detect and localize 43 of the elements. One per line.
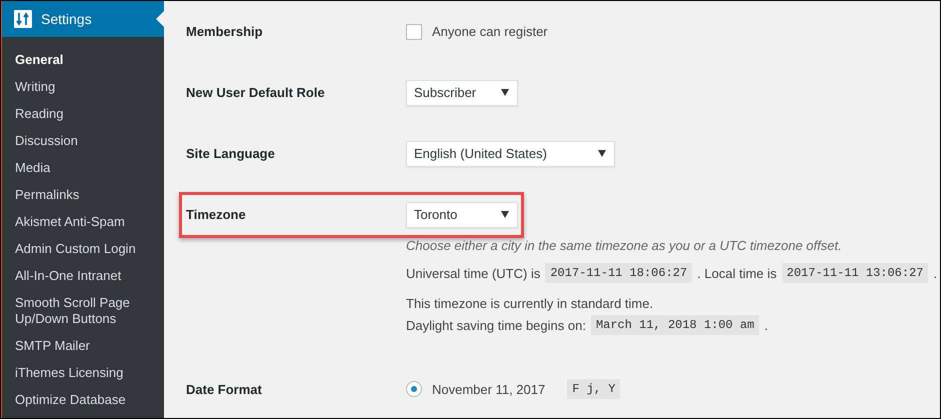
sidebar-item[interactable]: Akismet Anti-Spam	[2, 209, 164, 236]
sidebar-item[interactable]: Reading	[2, 101, 164, 128]
radio-label: November 11, 2017	[432, 382, 546, 396]
help-text: Choose either a city in the same timezone as you or a UTC timezone offset.	[406, 238, 843, 253]
sidebar-item[interactable]: Discussion	[2, 128, 164, 155]
field-label: Membership	[186, 24, 264, 39]
field-label: Timezone	[186, 207, 247, 222]
sidebar-header[interactable]: Settings	[2, 1, 164, 37]
checkbox-label: Anyone can register	[432, 24, 548, 39]
radio-button[interactable]	[406, 381, 422, 397]
code-value: F j, Y	[567, 379, 620, 399]
dropdown[interactable]: Toronto	[406, 202, 518, 228]
dropdown[interactable]: Subscriber	[406, 80, 518, 106]
sidebar-item[interactable]: Writing	[2, 74, 164, 101]
sidebar-item[interactable]: Admin Custom Login	[2, 236, 164, 263]
caret-icon	[501, 211, 509, 218]
info-text: This timezone is currently in standard time.	[406, 296, 654, 310]
info-text: . Local time is	[697, 266, 777, 280]
code-value: 2017-11-11 18:06:27	[545, 263, 692, 283]
checkbox[interactable]	[406, 24, 422, 40]
sidebar-item[interactable]: Smooth Scroll Page Up/Down Buttons	[2, 290, 164, 333]
sidebar-item[interactable]: Media	[2, 155, 164, 182]
sidebar-item[interactable]: General	[2, 47, 164, 74]
info-text: .	[933, 266, 938, 280]
sidebar-title: Settings	[41, 11, 92, 27]
sidebar-item[interactable]: Optimize Database	[2, 387, 164, 414]
code-value: March 11, 2018 1:00 am	[590, 315, 760, 335]
field-label: Date Format	[186, 382, 263, 396]
sidebar-item[interactable]: Permalinks	[2, 182, 164, 209]
sidebar-item[interactable]: SMTP Mailer	[2, 333, 164, 360]
field-label: Site Language	[186, 146, 276, 161]
info-text: Universal time (UTC) is	[406, 266, 540, 280]
code-value: 2017-11-11 13:06:27	[782, 263, 928, 283]
menu-pointer	[156, 11, 164, 27]
sidebar-item[interactable]: All-In-One Intranet	[2, 263, 164, 290]
info-text: Daylight saving time begins on:	[406, 318, 586, 332]
caret-icon	[501, 89, 509, 96]
field-label: New User Default Role	[186, 85, 326, 100]
sliders-icon	[14, 10, 32, 28]
dropdown[interactable]: English (United States)	[406, 140, 615, 166]
info-text: .	[764, 318, 768, 332]
sidebar-item[interactable]: iThemes Licensing	[2, 360, 164, 387]
caret-icon	[598, 150, 606, 157]
